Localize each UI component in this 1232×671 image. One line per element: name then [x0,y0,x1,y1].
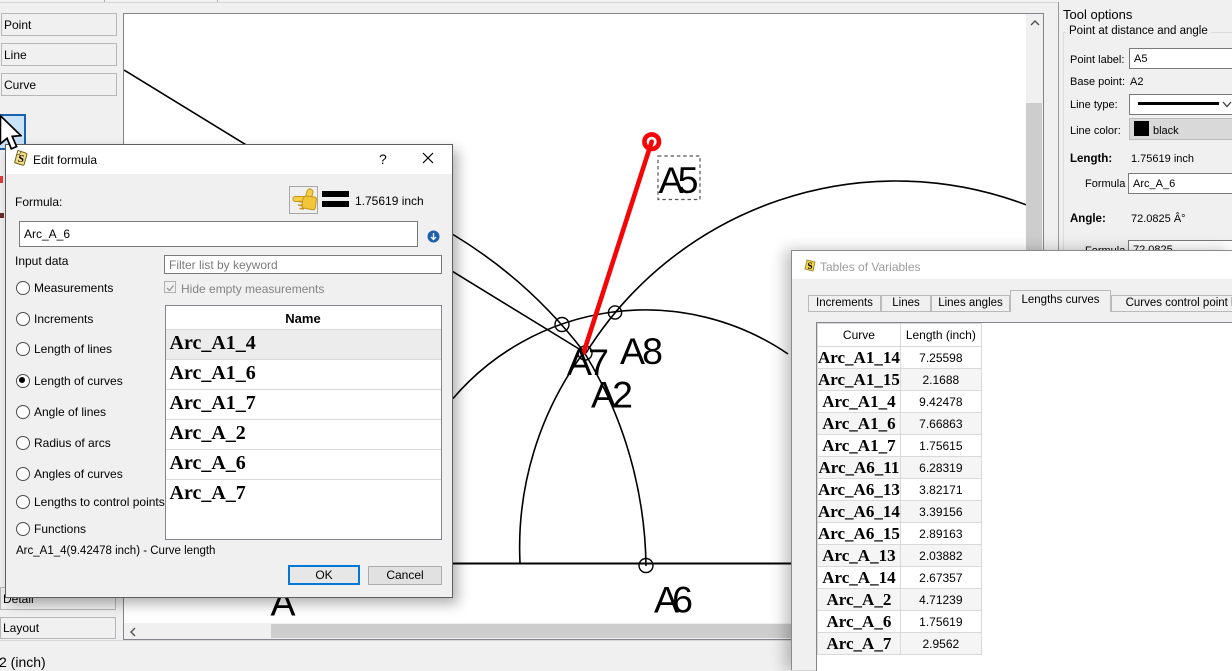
svg-text:S: S [18,153,24,165]
svg-text:A2: A2 [591,374,633,416]
svg-text:A5: A5 [659,159,699,201]
svg-text:A6: A6 [654,579,693,621]
svg-text:S: S [808,261,813,271]
svg-text:A8: A8 [620,330,663,372]
